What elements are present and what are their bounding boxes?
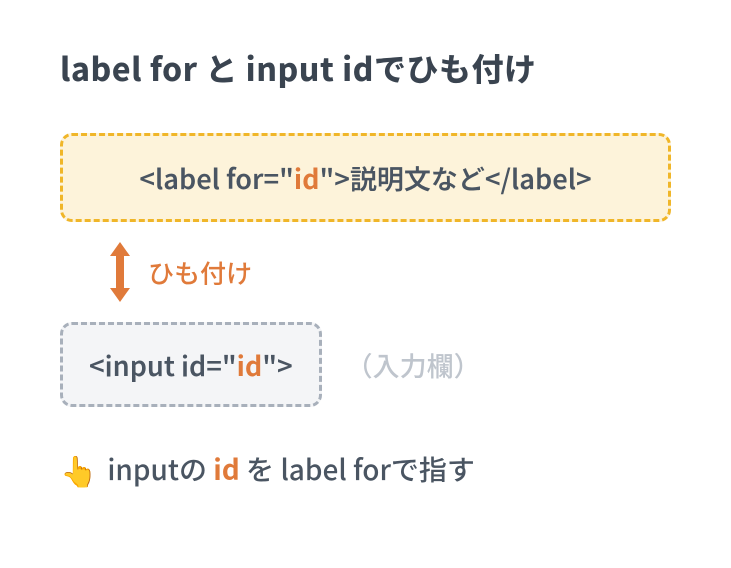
pointing-finger-icon: 👆 — [60, 454, 97, 484]
input-row: <input id="id"> （入力欄） — [60, 322, 671, 407]
label-close-tag: </label> — [485, 158, 592, 197]
input-open-pre: <input id=" — [89, 345, 237, 384]
footnote-post: を label forで指す — [246, 449, 475, 489]
input-open-post: "> — [262, 345, 292, 384]
connector-row: ひも付け — [106, 240, 671, 304]
label-open-post: "> — [319, 158, 349, 197]
connector-label: ひも付け — [148, 254, 252, 291]
diagram-title: label for と input idでひも付け — [60, 45, 671, 91]
label-for-id: id — [294, 158, 320, 197]
footnote-id: id — [213, 449, 240, 489]
footnote: 👆 inputの id を label forで指す — [60, 449, 671, 489]
label-element-box: <label for="id">説明文など</label> — [60, 133, 671, 222]
input-placeholder-note: （入力欄） — [346, 345, 481, 384]
input-id: id — [237, 345, 263, 384]
label-open-pre: <label for=" — [139, 158, 294, 197]
input-element-box: <input id="id"> — [60, 322, 322, 407]
footnote-pre: inputの — [107, 449, 207, 489]
label-body-text: 説明文など — [350, 158, 485, 197]
double-arrow-icon — [106, 240, 134, 304]
